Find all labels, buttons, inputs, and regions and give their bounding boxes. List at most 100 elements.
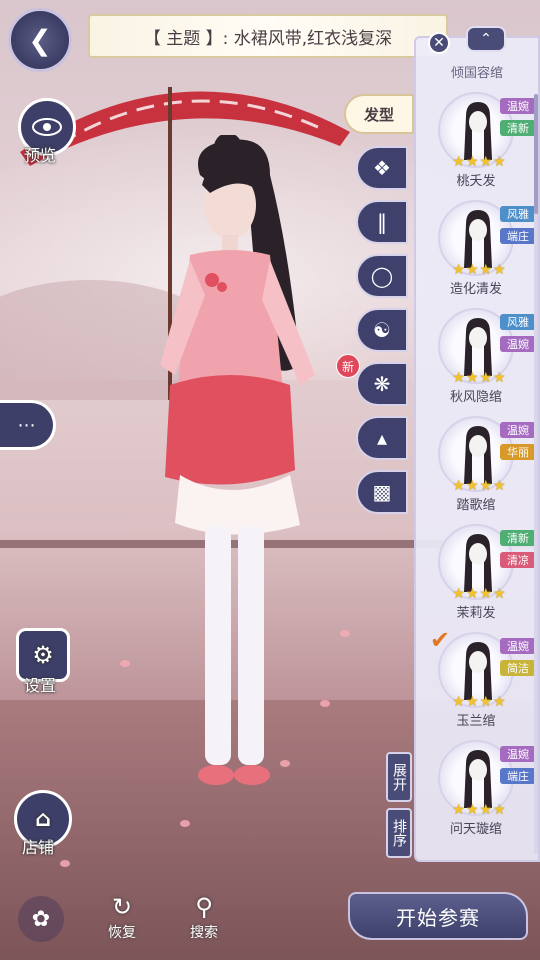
chat-button[interactable]: ⋯ — [0, 400, 56, 450]
new-badge: 新 — [336, 354, 360, 378]
style-tag: 华丽 — [500, 444, 536, 460]
star-icon: ★ — [465, 694, 479, 710]
close-panel-button[interactable]: ✕ — [428, 32, 450, 54]
player-character — [160, 135, 315, 785]
hairstyle-item[interactable]: 温婉 简洁 ★ ★ ★ ★ 玉兰绾 ✔ — [426, 626, 536, 732]
hairstyle-name: 踏歌绾 — [456, 498, 496, 513]
rating-stars: ★ ★ ★ ★ — [444, 370, 514, 386]
style-tag: 温婉 — [500, 746, 536, 762]
star-icon: ★ — [493, 586, 506, 602]
hairstyle-item[interactable]: 风雅温婉 ★ ★ ★ ★ 秋风隐绾 — [426, 308, 536, 408]
style-tag: 清新 — [500, 530, 536, 546]
settings-label: 设置 — [24, 676, 57, 695]
expand-button[interactable]: 展开 — [386, 752, 412, 802]
shop-label: 店铺 — [22, 838, 55, 857]
hairstyle-item[interactable]: 温婉华丽 ★ ★ ★ ★ 踏歌绾 — [426, 416, 536, 516]
star-icon: ★ — [452, 478, 465, 494]
star-icon: ★ — [493, 694, 506, 710]
category-tab-shoes[interactable]: ◯ — [356, 254, 408, 298]
category-tab-hairstyle[interactable]: 发型 — [344, 94, 414, 134]
star-icon: ★ — [452, 694, 465, 710]
category-tab-socks[interactable]: ‖ — [356, 200, 408, 244]
style-tag: 端庄 — [500, 768, 536, 784]
preview-label: 预览 — [24, 146, 57, 165]
star-icon: ★ — [465, 586, 479, 602]
style-tag: 简洁 — [500, 660, 536, 676]
eye-icon — [32, 118, 62, 136]
theme-banner: 【 主题 】: 水裙风带,红衣浅复深 — [88, 14, 448, 58]
outfit-icon: ▩ — [372, 480, 392, 504]
hairstyle-item[interactable]: 温婉 端庄 ★ ★ ★ ★ 问天璇绾 — [426, 740, 536, 840]
scroll-thumb[interactable] — [534, 94, 538, 214]
star-icon: ★ — [465, 262, 479, 278]
top-garment-icon: ❖ — [373, 156, 391, 180]
hairstyle-item[interactable]: 温婉 清新 ★ ★ ★ ★ 桃夭发 — [426, 92, 536, 192]
expand-label: 展开 — [391, 763, 407, 791]
shoes-icon: ◯ — [370, 264, 394, 288]
socks-icon: ‖ — [377, 210, 387, 234]
star-icon: ★ — [452, 262, 465, 278]
gear-icon: ⚙ — [32, 641, 54, 669]
hairstyle-item[interactable]: 风雅 端庄 ★ ★ ★ ★ 造化清发 — [426, 200, 536, 300]
star-icon: ★ — [479, 370, 493, 386]
shop-stall-icon: ⌂ — [35, 806, 51, 832]
star-icon: ★ — [493, 370, 506, 386]
theme-text: 【 主题 】: 水裙风带,红衣浅复深 — [143, 28, 393, 49]
search-button[interactable]: ⚲ 搜索 — [174, 892, 234, 942]
star-icon: ★ — [465, 154, 479, 170]
category-tab-top[interactable]: ❖ — [356, 146, 408, 190]
chat-bubble-icon: ⋯ — [17, 414, 36, 436]
category-tab-outfit[interactable]: ▩ — [356, 470, 408, 514]
star-icon: ★ — [452, 586, 465, 602]
petal — [60, 860, 70, 867]
start-competition-button[interactable]: 开始参赛 — [348, 892, 528, 940]
hairstyle-name: 秋风隐绾 — [449, 390, 502, 405]
search-label: 搜索 — [190, 925, 218, 941]
hairstyle-item[interactable]: 清新清凉 ★ ★ ★ ★ 茉莉发 — [426, 524, 536, 624]
headwear-icon: ❋ — [373, 372, 391, 396]
style-tag: 温婉 — [500, 98, 536, 114]
style-tag: 风雅 — [500, 314, 536, 330]
star-icon: ★ — [465, 802, 479, 818]
hairstyle-name: 茉莉发 — [456, 606, 496, 621]
hairpin-icon: ☯ — [373, 318, 391, 342]
rating-stars: ★ ★ ★ ★ — [444, 478, 514, 494]
sort-button[interactable]: 排序 — [386, 808, 412, 858]
panel-header: 倾国容绾 — [450, 66, 503, 81]
collapse-panel-button[interactable]: ⌃ — [466, 26, 506, 52]
style-tag: 温婉 — [500, 336, 536, 352]
close-icon: ✕ — [433, 35, 445, 51]
style-tag: 温婉 — [500, 638, 536, 654]
rating-stars: ★ ★ ★ ★ — [444, 586, 514, 602]
lotus-menu-button[interactable]: ✿ — [18, 896, 64, 942]
style-tag: 端庄 — [500, 228, 536, 244]
category-tab-accessory[interactable]: ☯ — [356, 308, 408, 352]
style-tag: 风雅 — [500, 206, 536, 222]
rating-stars: ★ ★ ★ ★ — [444, 694, 514, 710]
style-tag: 清凉 — [500, 552, 536, 568]
category-tab-headwear[interactable]: ❋ — [356, 362, 408, 406]
star-icon: ★ — [452, 154, 465, 170]
restore-swirl-icon: ↻ — [111, 893, 133, 921]
hairstyle-tab-label: 发型 — [363, 105, 394, 124]
rating-stars: ★ ★ ★ ★ — [444, 802, 514, 818]
star-icon: ★ — [493, 802, 506, 818]
back-button[interactable]: ❮ — [8, 8, 72, 72]
category-tab-cape[interactable]: ▴ — [356, 416, 408, 460]
hairstyle-name: 造化清发 — [449, 282, 502, 297]
hairstyle-name: 玉兰绾 — [456, 714, 496, 729]
search-icon: ⚲ — [195, 893, 213, 921]
lotus-icon: ✿ — [31, 906, 51, 932]
chevron-up-icon: ⌃ — [480, 31, 492, 47]
rating-stars: ★ ★ ★ ★ — [444, 154, 514, 170]
star-icon: ★ — [479, 154, 493, 170]
star-icon: ★ — [479, 694, 493, 710]
hairstyle-name: 问天璇绾 — [449, 822, 502, 837]
style-tag: 清新 — [500, 120, 536, 136]
star-icon: ★ — [493, 154, 506, 170]
restore-button[interactable]: ↻ 恢复 — [92, 892, 152, 942]
panel-scrollbar[interactable] — [534, 94, 538, 854]
star-icon: ★ — [465, 370, 479, 386]
restore-label: 恢复 — [108, 925, 136, 941]
style-tag: 温婉 — [500, 422, 536, 438]
